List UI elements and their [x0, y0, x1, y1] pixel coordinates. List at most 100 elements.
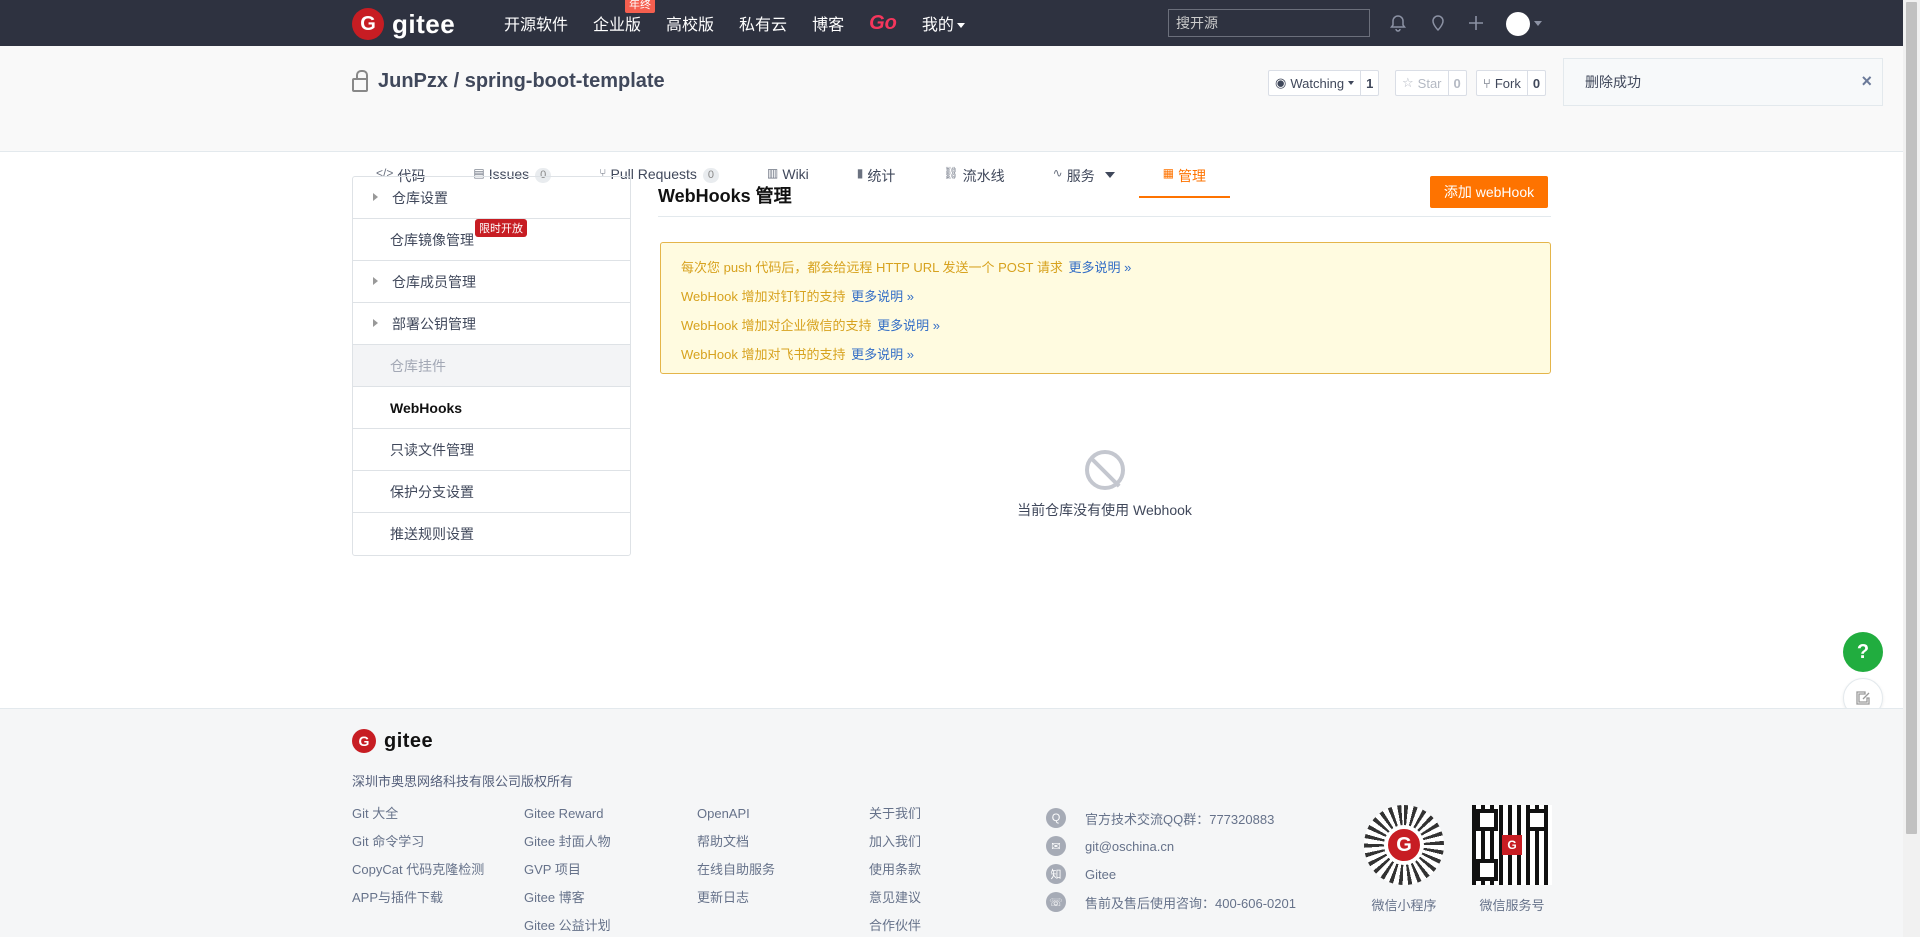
sidebar-item-widgets: 仓库挂件 — [353, 345, 630, 387]
bell-icon[interactable] — [1387, 12, 1409, 34]
footer-logo[interactable]: G gitee — [352, 729, 433, 753]
gitee-logo-text: gitee — [392, 8, 456, 39]
nav-private-cloud[interactable]: 私有云 — [739, 11, 787, 35]
fork-button[interactable]: ⑂ Fork — [1476, 70, 1528, 96]
footer-column-3: OpenAPI 帮助文档 在线自助服务 更新日志 — [697, 807, 775, 919]
footer-column-2: Gitee Reward Gitee 封面人物 GVP 项目 Gitee 博客 … — [524, 807, 611, 937]
gitee-logo-text: gitee — [384, 729, 434, 752]
year-end-badge: 年终 — [625, 0, 656, 13]
nav-open-source[interactable]: 开源软件 — [504, 11, 568, 35]
sidebar-item-label: 推送规则设置 — [390, 526, 474, 542]
tab-manage[interactable]: ▦ 管理 — [1138, 164, 1231, 198]
fork-count[interactable]: 0 — [1527, 70, 1547, 96]
sidebar-item-label: 保护分支设置 — [390, 483, 474, 500]
page-title: WebHooks 管理 — [658, 186, 792, 206]
footer-link[interactable]: APP与插件下载 — [352, 891, 484, 919]
tab-stats[interactable]: ▮ 统计 — [833, 164, 920, 198]
footer-contacts: Q 官方技术交流QQ群：777320883 ✉ git@oschina.cn 知 Gi… — [1046, 807, 1296, 919]
notice-line: WebHook 增加对飞书的支持 更多说明 » — [681, 343, 1530, 372]
ban-icon — [1084, 450, 1125, 490]
chevron-down-icon — [1348, 81, 1355, 85]
footer-link[interactable]: 使用条款 — [869, 863, 921, 891]
sidebar-item-label: 只读文件管理 — [390, 441, 474, 458]
notice-text: WebHook 增加对钉钉的支持 — [681, 289, 846, 304]
tab-pipeline[interactable]: ⛓ 流水线 — [919, 164, 1028, 198]
project-name[interactable]: JunPzx / spring-boot-template — [378, 70, 665, 93]
page-scrollbar[interactable] — [1903, 0, 1920, 937]
notice-text: 每次您 push 代码后，都会给远程 HTTP URL 发送一个 POST 请求 — [681, 260, 1063, 275]
footer-link[interactable]: 更新日志 — [697, 891, 775, 919]
footer-link[interactable]: 合作伙伴 — [869, 919, 921, 937]
footer-column-4: 关于我们 加入我们 使用条款 意见建议 合作伙伴 — [869, 807, 921, 937]
footer-link[interactable]: Gitee 公益计划 — [524, 919, 611, 937]
wechat-mini-program-qr: G — [1364, 805, 1444, 885]
footer-link[interactable]: 加入我们 — [869, 835, 921, 863]
footer-link[interactable]: 意见建议 — [869, 891, 921, 919]
chevron-down-icon — [1104, 172, 1115, 178]
nav-enterprise-label: 企业版 — [593, 17, 642, 34]
add-webhook-button[interactable]: 添加 webHook — [1430, 176, 1548, 208]
more-info-link[interactable]: 更多说明 » — [851, 289, 914, 304]
more-info-link[interactable]: 更多说明 » — [1069, 260, 1132, 275]
notice-line: WebHook 增加对企业微信的支持 更多说明 » — [681, 314, 1530, 343]
notice-text: WebHook 增加对飞书的支持 — [681, 347, 846, 362]
sidebar-item-readonly-files[interactable]: 只读文件管理 — [353, 429, 630, 471]
sidebar-item-repo-settings[interactable]: 仓库设置 — [353, 177, 630, 219]
sidebar-item-mirror[interactable]: 仓库镜像管理 限时开放 — [353, 219, 630, 261]
footer-link[interactable]: Gitee 博客 — [524, 891, 611, 919]
search-input[interactable] — [1168, 9, 1370, 37]
tab-services[interactable]: ∿ 服务 — [1029, 164, 1139, 198]
nav-enterprise[interactable]: 企业版 年终 — [593, 0, 656, 35]
contact-text[interactable]: git@oschina.cn — [1085, 839, 1174, 854]
footer-link[interactable]: CopyCat 代码克隆检测 — [352, 863, 484, 891]
gitee-logo-mark: G — [352, 729, 376, 753]
more-info-link[interactable]: 更多说明 » — [851, 347, 914, 362]
gitee-logo[interactable]: G gitee — [352, 8, 455, 40]
sidebar-item-members[interactable]: 仓库成员管理 — [353, 261, 630, 303]
location-pin-icon[interactable] — [1427, 12, 1449, 34]
title-divider — [658, 216, 1551, 217]
watch-count[interactable]: 1 — [1361, 70, 1380, 96]
qr-label: 微信小程序 — [1371, 898, 1437, 913]
contact-text[interactable]: Gitee — [1085, 867, 1116, 882]
nav-mine[interactable]: 我的 — [922, 11, 965, 35]
footer-link[interactable]: 在线自助服务 — [697, 863, 775, 891]
empty-state: 当前仓库没有使用 Webhook — [658, 450, 1551, 520]
avatar[interactable] — [1506, 12, 1530, 36]
plus-icon[interactable] — [1465, 12, 1487, 34]
watch-label: Watching — [1290, 75, 1345, 91]
qq-icon: Q — [1046, 808, 1066, 828]
sidebar-item-webhooks[interactable]: WebHooks — [353, 387, 630, 429]
star-count[interactable]: 0 — [1448, 70, 1467, 96]
pull-requests-count: 0 — [702, 168, 720, 183]
watch-button[interactable]: ◉ Watching — [1268, 70, 1362, 96]
footer-link[interactable]: Gitee 封面人物 — [524, 835, 611, 863]
footer-link[interactable]: GVP 项目 — [524, 863, 611, 891]
footer-link[interactable]: 帮助文档 — [697, 835, 775, 863]
sidebar-item-protected-branches[interactable]: 保护分支设置 — [353, 471, 630, 513]
fork-group: ⑂ Fork 0 — [1476, 70, 1547, 96]
project-title: JunPzx / spring-boot-template — [352, 69, 665, 93]
footer-link[interactable]: Git 大全 — [352, 807, 484, 835]
footer-link[interactable]: 关于我们 — [869, 807, 921, 835]
webhook-notice: 每次您 push 代码后，都会给远程 HTTP URL 发送一个 POST 请求… — [660, 242, 1551, 374]
sidebar-item-label: 仓库镜像管理 — [390, 231, 474, 248]
sidebar-item-label: 仓库成员管理 — [392, 273, 476, 290]
avatar-chevron-down-icon[interactable] — [1534, 21, 1542, 26]
footer-link[interactable]: OpenAPI — [697, 807, 775, 835]
nav-blog[interactable]: 博客 — [812, 11, 844, 35]
contact-text: 售前及售后使用咨询：400-606-0201 — [1085, 895, 1296, 911]
footer-link[interactable]: Gitee Reward — [524, 807, 611, 835]
help-button[interactable]: ? — [1843, 632, 1883, 672]
more-info-link[interactable]: 更多说明 » — [877, 318, 940, 333]
scrollbar-thumb[interactable] — [1906, 2, 1917, 834]
star-button[interactable]: ☆ Star — [1395, 70, 1449, 96]
nav-go[interactable]: Go — [869, 12, 897, 35]
close-icon[interactable]: × — [1861, 71, 1872, 92]
sidebar-item-push-rules[interactable]: 推送规则设置 — [353, 513, 630, 555]
nav-education[interactable]: 高校版 — [666, 11, 714, 35]
top-navbar: G gitee 开源软件 企业版 年终 高校版 私有云 博客 Go 我的 — [0, 0, 1903, 46]
sidebar-item-deploy-keys[interactable]: 部署公钥管理 — [353, 303, 630, 345]
footer-link[interactable]: Git 命令学习 — [352, 835, 484, 863]
notice-line: WebHook 增加对钉钉的支持 更多说明 » — [681, 285, 1530, 314]
